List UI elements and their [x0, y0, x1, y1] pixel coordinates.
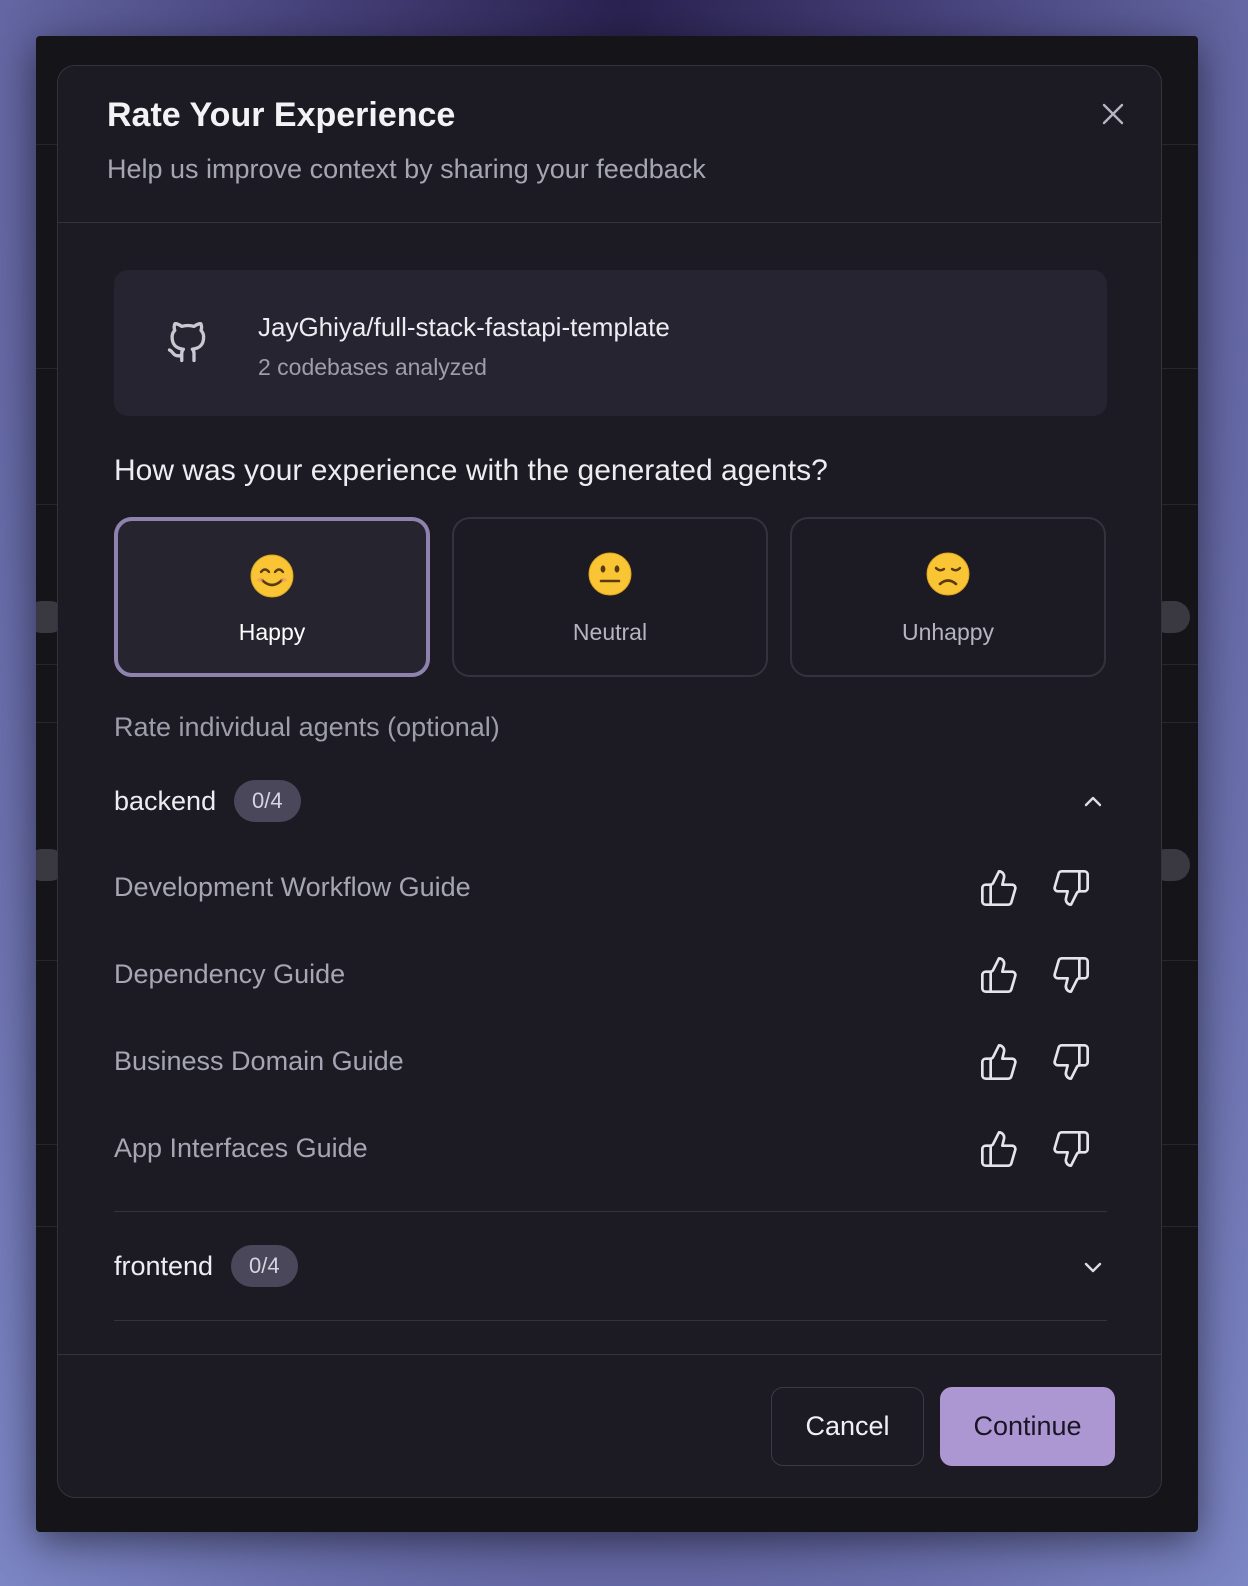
modal-header: Rate Your Experience Help us improve con…	[58, 66, 1161, 223]
agent-row: Development Workflow Guide	[114, 858, 1107, 918]
thumbs-up-button[interactable]	[979, 955, 1019, 995]
chevron-up-icon	[1084, 796, 1102, 807]
modal-subtitle: Help us improve context by sharing your …	[107, 154, 706, 184]
close-icon	[1102, 103, 1124, 125]
agent-row: Dependency Guide	[114, 945, 1107, 1005]
agent-name: Business Domain Guide	[114, 1046, 404, 1076]
smiling-face-icon	[118, 553, 426, 604]
group-name: backend	[114, 786, 217, 816]
repo-card: JayGhiya/full-stack-fastapi-template 2 c…	[114, 270, 1107, 416]
experience-question: How was your experience with the generat…	[114, 454, 828, 487]
mood-option-unhappy[interactable]: Unhappy	[790, 517, 1106, 677]
group-count-badge: 0/4	[234, 780, 301, 822]
mood-option-happy[interactable]: Happy	[114, 517, 430, 677]
thumbs-up-button[interactable]	[979, 1042, 1019, 1082]
thumbs-down-icon	[1053, 1044, 1089, 1080]
group-header-backend[interactable]: backend 0/4	[114, 780, 1107, 824]
thumbs-down-icon	[1053, 957, 1089, 993]
agent-name: Dependency Guide	[114, 959, 346, 989]
modal-title: Rate Your Experience	[107, 96, 456, 134]
agent-name: Development Workflow Guide	[114, 872, 471, 902]
neutral-face-icon	[454, 551, 766, 602]
thumbs-up-button[interactable]	[979, 868, 1019, 908]
mood-label: Neutral	[572, 619, 648, 645]
thumbs-down-button[interactable]	[1051, 868, 1091, 908]
rating-modal: Rate Your Experience Help us improve con…	[57, 65, 1162, 1498]
mood-option-neutral[interactable]: Neutral	[452, 517, 768, 677]
agent-row: App Interfaces Guide	[114, 1119, 1107, 1179]
thumbs-up-icon	[981, 957, 1017, 993]
thumbs-down-button[interactable]	[1051, 1042, 1091, 1082]
thumbs-up-icon	[981, 1044, 1017, 1080]
modal-footer-divider	[58, 1354, 1161, 1355]
thumbs-up-icon	[981, 870, 1017, 906]
chevron-down-icon	[1084, 1262, 1102, 1273]
agent-name: App Interfaces Guide	[114, 1133, 368, 1163]
mood-label: Happy	[238, 619, 306, 645]
thumbs-down-button[interactable]	[1051, 1129, 1091, 1169]
group-divider	[114, 1320, 1107, 1321]
close-button[interactable]	[1099, 100, 1127, 128]
thumbs-up-icon	[981, 1131, 1017, 1167]
group-header-frontend[interactable]: frontend 0/4	[114, 1245, 1107, 1289]
group-name: frontend	[114, 1251, 214, 1281]
repo-meta: 2 codebases analyzed	[258, 354, 487, 380]
repo-name: JayGhiya/full-stack-fastapi-template	[258, 312, 670, 342]
cancel-button[interactable]: Cancel	[771, 1387, 924, 1466]
thumbs-down-icon	[1053, 870, 1089, 906]
individual-agents-label: Rate individual agents (optional)	[114, 712, 500, 742]
thumbs-down-icon	[1053, 1131, 1089, 1167]
agent-row: Business Domain Guide	[114, 1032, 1107, 1092]
group-count-badge: 0/4	[231, 1245, 298, 1287]
github-icon	[166, 322, 208, 364]
continue-button[interactable]: Continue	[940, 1387, 1115, 1466]
thumbs-up-button[interactable]	[979, 1129, 1019, 1169]
disappointed-face-icon	[792, 551, 1104, 602]
mood-label: Unhappy	[901, 619, 995, 645]
group-divider	[114, 1211, 1107, 1212]
thumbs-down-button[interactable]	[1051, 955, 1091, 995]
